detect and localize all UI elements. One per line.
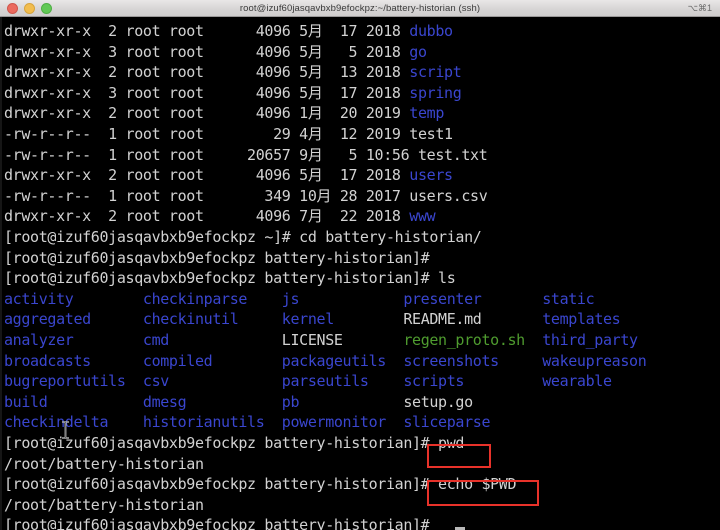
terminal-segment: analyzer cmd	[4, 331, 282, 349]
terminal-segment: [root@izuf60jasqavbxb9efockpz battery-hi…	[4, 269, 456, 288]
terminal-segment: /root/battery-historian	[4, 495, 204, 514]
terminal-segment: -rw-r--r-- 1 root root 349 10月 28 2017 u…	[4, 186, 488, 205]
terminal-line-prompt-blank: [root@izuf60jasqavbxb9efockpz battery-hi…	[4, 248, 430, 269]
terminal-segment: bugreportutils csv parseutils scripts we…	[4, 372, 612, 391]
terminal-line-ls-l-test1: -rw-r--r-- 1 root root 29 4月 12 2019 tes…	[4, 124, 453, 145]
terminal-line-ls-row-7: checkindelta historianutils powermonitor…	[4, 412, 490, 433]
terminal-segment: aggregated checkinutil kernel	[4, 310, 404, 329]
terminal-line-ls-l-go: drwxr-xr-x 3 root root 4096 5月 5 2018 go	[4, 42, 427, 63]
terminal-segment: activity checkinparse js presenter stati…	[4, 289, 595, 308]
terminal-segment: drwxr-xr-x 3 root root 4096 5月 17 2018	[4, 83, 410, 102]
terminal-segment: [root@izuf60jasqavbxb9efockpz battery-hi…	[4, 248, 430, 267]
terminal-segment: drwxr-xr-x 2 root root 4096 1月 20 2019	[4, 104, 410, 123]
terminal-line-cmd-pwd: [root@izuf60jasqavbxb9efockpz battery-hi…	[4, 433, 464, 454]
terminal-line-out-pwd: /root/battery-historian	[4, 454, 204, 475]
terminal-line-ls-row-4: broadcasts compiled packageutils screens…	[4, 351, 647, 372]
terminal-segment: -rw-r--r-- 1 root root 29 4月 12 2019 tes…	[4, 125, 453, 143]
terminal-screen[interactable]: drwxr-xr-x 2 root root 4096 5月 17 2018 d…	[0, 17, 720, 530]
terminal-line-ls-row-6: build dmesg pb setup.go	[4, 392, 473, 413]
terminal-line-ls-row-2: aggregated checkinutil kernel README.md …	[4, 309, 621, 330]
terminal-segment: [root@izuf60jasqavbxb9efockpz battery-hi…	[4, 475, 517, 494]
terminal-line-ls-l-script: drwxr-xr-x 2 root root 4096 5月 13 2018 s…	[4, 62, 462, 83]
terminal-segment: drwxr-xr-x 2 root root 4096 7月 22 2018	[4, 207, 410, 226]
terminal-segment: dubbo	[409, 22, 453, 40]
terminal-segment: go	[409, 42, 427, 61]
terminal-line-ls-l-userscsv: -rw-r--r-- 1 root root 349 10月 28 2017 u…	[4, 186, 488, 207]
close-button[interactable]	[7, 2, 18, 14]
screen-left-edge	[0, 17, 2, 530]
terminal-segment	[343, 331, 404, 349]
terminal-segment: [root@izuf60jasqavbxb9efockpz battery-hi…	[4, 516, 430, 530]
terminal-segment: checkindelta historianutils powermonitor…	[4, 413, 491, 432]
terminal-segment: drwxr-xr-x 2 root root 4096 5月 17 2018	[4, 166, 410, 185]
zoom-button[interactable]	[41, 2, 52, 14]
terminal-segment: users	[409, 166, 453, 185]
terminal-segment: -rw-r--r-- 1 root root 20657 9月 5 10:56 …	[4, 145, 488, 164]
terminal-line-cmd-ls: [root@izuf60jasqavbxb9efockpz battery-hi…	[4, 268, 456, 289]
terminal-line-cmd-echo: [root@izuf60jasqavbxb9efockpz battery-hi…	[4, 474, 517, 495]
terminal-line-ls-l-temp: drwxr-xr-x 2 root root 4096 1月 20 2019 t…	[4, 103, 444, 124]
terminal-segment: drwxr-xr-x 2 root root 4096 5月 17 2018	[4, 22, 410, 40]
window-titlebar[interactable]: root@izuf60jasqavbxb9efockpz:~/battery-h…	[0, 0, 720, 17]
terminal-line-ls-row-3: analyzer cmd LICENSE regen_proto.sh thir…	[4, 330, 638, 351]
terminal-segment: third_party	[524, 331, 638, 349]
window-controls[interactable]	[0, 2, 52, 14]
terminal-window: root@izuf60jasqavbxb9efockpz:~/battery-h…	[0, 0, 720, 530]
terminal-line-ls-l-testtxt: -rw-r--r-- 1 root root 20657 9月 5 10:56 …	[4, 145, 488, 166]
terminal-line-out-echo: /root/battery-historian	[4, 495, 204, 516]
terminal-segment: www	[409, 207, 436, 226]
terminal-line-ls-l-spring: drwxr-xr-x 3 root root 4096 5月 17 2018 s…	[4, 83, 462, 104]
window-title: root@izuf60jasqavbxb9efockpz:~/battery-h…	[239, 2, 481, 14]
terminal-segment: script	[409, 63, 462, 82]
terminal-line-ls-l-dubbo: drwxr-xr-x 2 root root 4096 5月 17 2018 d…	[4, 21, 453, 42]
window-shortcut-label: ⌥⌘1	[687, 2, 712, 13]
terminal-line-ls-row-5: bugreportutils csv parseutils scripts we…	[4, 371, 612, 392]
terminal-segment: LICENSE	[281, 331, 343, 349]
terminal-segment: templates	[481, 310, 621, 329]
terminal-segment: [root@izuf60jasqavbxb9efockpz battery-hi…	[4, 434, 465, 452]
terminal-segment: README.md	[403, 310, 482, 329]
terminal-line-ls-row-1: activity checkinparse js presenter stati…	[4, 289, 595, 310]
terminal-segment: [root@izuf60jasqavbxb9efockpz ~]# cd bat…	[4, 228, 482, 246]
terminal-segment: drwxr-xr-x 3 root root 4096 5月 5 2018	[4, 42, 410, 61]
terminal-segment: build dmesg pb	[4, 392, 404, 411]
terminal-segment: /root/battery-historian	[4, 454, 204, 473]
terminal-segment: temp	[409, 104, 445, 123]
terminal-line-ls-l-users: drwxr-xr-x 2 root root 4096 5月 17 2018 u…	[4, 165, 453, 186]
terminal-line-prompt-final: [root@izuf60jasqavbxb9efockpz battery-hi…	[4, 515, 430, 530]
terminal-line-ls-l-www: drwxr-xr-x 2 root root 4096 7月 22 2018 w…	[4, 206, 436, 227]
terminal-segment: drwxr-xr-x 2 root root 4096 5月 13 2018	[4, 63, 410, 82]
terminal-segment: spring	[409, 83, 462, 102]
minimize-button[interactable]	[24, 2, 35, 14]
terminal-segment: broadcasts compiled packageutils screens…	[4, 351, 647, 370]
terminal-segment: setup.go	[403, 392, 473, 411]
terminal-line-cmd-cd: [root@izuf60jasqavbxb9efockpz ~]# cd bat…	[4, 227, 482, 248]
terminal-segment: regen_proto.sh	[403, 331, 525, 349]
